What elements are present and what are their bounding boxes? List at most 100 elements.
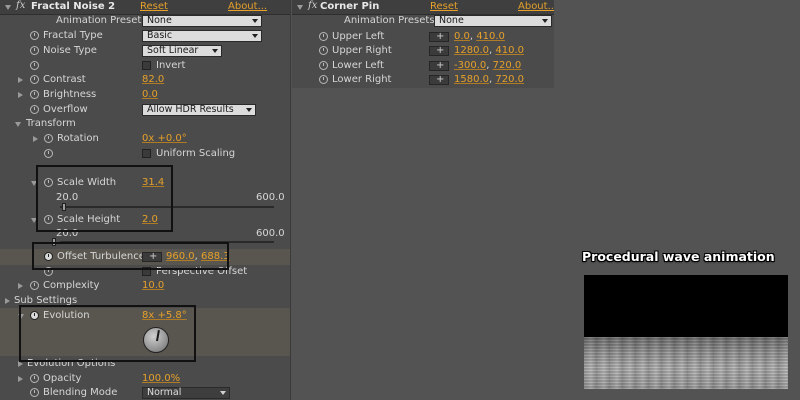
expand-triangle-icon[interactable] [18, 376, 23, 382]
stopwatch-icon[interactable] [30, 105, 39, 114]
overflow-dropdown[interactable]: Allow HDR Results [142, 104, 256, 116]
stopwatch-icon[interactable] [319, 46, 328, 55]
fx-icon[interactable]: fx [308, 0, 317, 11]
upper-right-x[interactable]: 1280.0 [454, 45, 489, 56]
expand-triangle-icon[interactable] [18, 92, 23, 98]
scale-highlight-box [36, 165, 173, 232]
noise-type-row: Noise Type Soft Linear [0, 44, 290, 58]
presets-label: Animation Presets: [56, 15, 150, 26]
stopwatch-icon[interactable] [30, 75, 39, 84]
chevron-down-icon [542, 19, 548, 23]
coord-separator: , [486, 60, 490, 71]
transform-label: Transform [26, 118, 76, 129]
stopwatch-icon[interactable] [30, 46, 39, 55]
expand-triangle-icon[interactable] [18, 283, 23, 289]
blending-mode-dropdown[interactable]: Normal [142, 387, 230, 399]
complexity-row: Complexity 10.0 [0, 279, 290, 293]
uniform-scaling-checkbox[interactable] [142, 149, 151, 158]
presets-dropdown[interactable]: None [434, 15, 552, 27]
collapse-triangle-icon[interactable] [15, 122, 21, 127]
noise-type-value: Soft Linear [147, 45, 199, 56]
corner-pin-panel: fx Corner Pin Reset About... Animation P… [292, 0, 554, 88]
crosshair-icon[interactable] [429, 44, 449, 58]
brightness-value[interactable]: 0.0 [142, 88, 158, 102]
upper-right-y[interactable]: 410.0 [495, 45, 524, 56]
overflow-label: Overflow [43, 104, 88, 115]
stopwatch-icon[interactable] [319, 61, 328, 70]
animation-presets-row: Animation Presets: None [0, 14, 290, 28]
scale-width-max: 600.0 [256, 192, 285, 203]
fractal-type-value: Basic [147, 30, 173, 41]
reset-link[interactable]: Reset [140, 1, 168, 12]
transform-group-row: Transform [0, 117, 290, 131]
stopwatch-icon[interactable] [319, 75, 328, 84]
contrast-label: Contrast [43, 74, 86, 85]
lower-left-row: Lower Left -300.0, 720.0 [292, 59, 554, 73]
opacity-value[interactable]: 100.0% [142, 372, 180, 386]
crosshair-icon[interactable] [429, 73, 449, 87]
coord-separator: , [469, 31, 474, 42]
upper-left-y[interactable]: 410.0 [476, 31, 505, 42]
animation-presets-row: Animation Presets: None [292, 14, 554, 28]
lower-left-x[interactable]: -300.0 [454, 60, 486, 71]
expand-triangle-icon[interactable] [18, 77, 23, 83]
fractal-noise-header: fx Fractal Noise 2 Reset About... [0, 0, 290, 15]
lower-left-label: Lower Left [332, 60, 384, 71]
lower-left-y[interactable]: 720.0 [493, 60, 522, 71]
complexity-value[interactable]: 10.0 [142, 279, 164, 293]
preview-image [584, 275, 788, 389]
opacity-row: Opacity 100.0% [0, 372, 290, 386]
invert-label: Invert [156, 60, 186, 71]
stopwatch-icon[interactable] [30, 388, 39, 397]
brightness-label: Brightness [43, 89, 97, 100]
crosshair-icon[interactable] [429, 30, 449, 44]
complexity-label: Complexity [43, 280, 100, 291]
blending-mode-label: Blending Mode [43, 387, 118, 398]
lower-right-row: Lower Right 1580.0, 720.0 [292, 73, 554, 87]
rotation-value[interactable]: 0x +0.0° [142, 132, 187, 146]
about-link[interactable]: About... [228, 1, 267, 12]
presets-label: Animation Presets: [344, 15, 438, 26]
uniform-scaling-label: Uniform Scaling [156, 148, 236, 159]
reset-link[interactable]: Reset [430, 1, 458, 12]
lower-right-label: Lower Right [332, 74, 392, 85]
collapse-triangle-icon[interactable] [5, 5, 11, 10]
fractal-noise-panel: fx Fractal Noise 2 Reset About... Animat… [0, 0, 291, 400]
upper-right-label: Upper Right [332, 45, 392, 56]
brightness-row: Brightness 0.0 [0, 88, 290, 102]
presets-dropdown[interactable]: None [142, 15, 262, 27]
stopwatch-icon[interactable] [44, 134, 53, 143]
fractal-type-dropdown[interactable]: Basic [142, 30, 262, 42]
effect-title: Fractal Noise 2 [31, 1, 116, 12]
expand-triangle-icon[interactable] [33, 136, 38, 142]
chevron-down-icon [246, 108, 252, 112]
upper-left-row: Upper Left 0.0, 410.0 [292, 30, 554, 44]
fx-icon[interactable]: fx [16, 0, 25, 11]
upper-left-label: Upper Left [332, 31, 385, 42]
stopwatch-icon[interactable] [30, 90, 39, 99]
lower-right-y[interactable]: 720.0 [495, 74, 524, 85]
expand-triangle-icon[interactable] [5, 298, 10, 304]
uniform-scaling-row: Uniform Scaling [0, 147, 290, 161]
stopwatch-icon[interactable] [30, 281, 39, 290]
preview-caption: Procedural wave animation [582, 249, 775, 264]
lower-right-x[interactable]: 1580.0 [454, 74, 489, 85]
crosshair-icon[interactable] [429, 59, 449, 73]
stopwatch-icon[interactable] [44, 149, 53, 158]
overflow-row: Overflow Allow HDR Results [0, 103, 290, 117]
stopwatch-icon[interactable] [30, 374, 39, 383]
coord-separator: , [489, 74, 493, 85]
corner-pin-header: fx Corner Pin Reset About... [292, 0, 554, 15]
upper-left-x[interactable]: 0.0 [454, 31, 470, 42]
stopwatch-icon[interactable] [30, 61, 39, 70]
chevron-down-icon [212, 49, 218, 53]
upper-right-row: Upper Right 1280.0, 410.0 [292, 44, 554, 58]
noise-type-dropdown[interactable]: Soft Linear [142, 45, 222, 57]
stopwatch-icon[interactable] [319, 32, 328, 41]
about-link[interactable]: About... [518, 1, 554, 12]
coord-separator: , [489, 45, 493, 56]
contrast-value[interactable]: 82.0 [142, 73, 164, 87]
collapse-triangle-icon[interactable] [297, 5, 303, 10]
stopwatch-icon[interactable] [30, 31, 39, 40]
invert-checkbox[interactable] [142, 61, 151, 70]
